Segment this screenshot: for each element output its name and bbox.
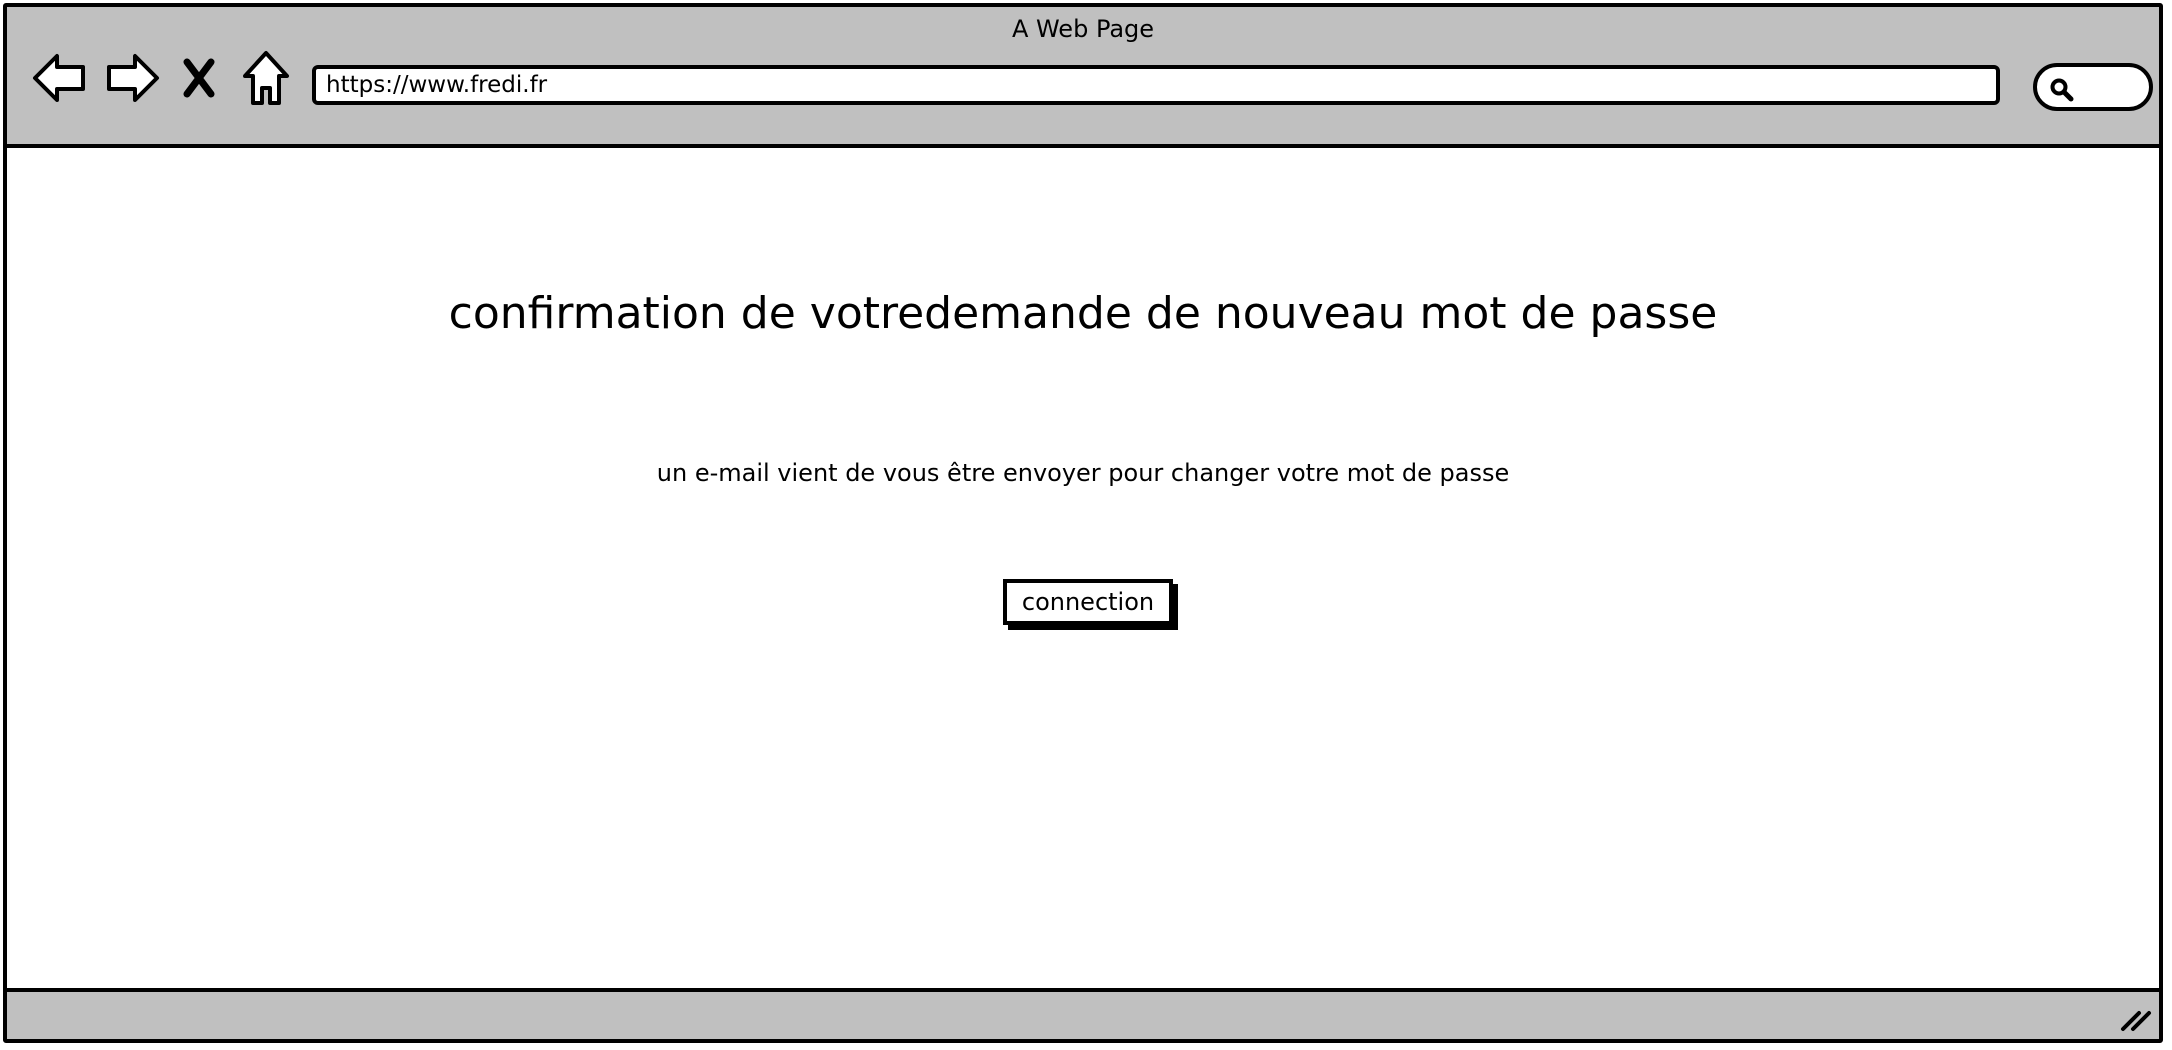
connection-button[interactable]: connection [1003, 579, 1173, 625]
forward-arrow-icon [107, 54, 159, 102]
forward-button[interactable] [103, 49, 161, 107]
confirmation-message: un e-mail vient de vous être envoyer pou… [656, 459, 1510, 487]
search-field[interactable] [2033, 63, 2153, 111]
search-icon [2050, 78, 2074, 102]
address-bar-input[interactable] [312, 65, 2000, 105]
home-icon [243, 51, 289, 105]
browser-window: A Web Page https://www.fredi.fr confirma… [3, 3, 2163, 1043]
close-x-icon [183, 58, 215, 98]
browser-toolbar: A Web Page [7, 7, 2159, 148]
home-button[interactable] [237, 49, 295, 107]
back-button[interactable] [31, 49, 89, 107]
resize-grip-icon[interactable] [2119, 1003, 2153, 1033]
stop-button[interactable] [179, 49, 219, 107]
window-title: A Web Page [1011, 15, 1155, 43]
back-arrow-icon [33, 54, 85, 102]
status-bar [7, 988, 2159, 1039]
page-heading: confirmation de votredemande de nouveau … [448, 288, 1718, 339]
page-content: confirmation de votredemande de nouveau … [7, 148, 2159, 996]
